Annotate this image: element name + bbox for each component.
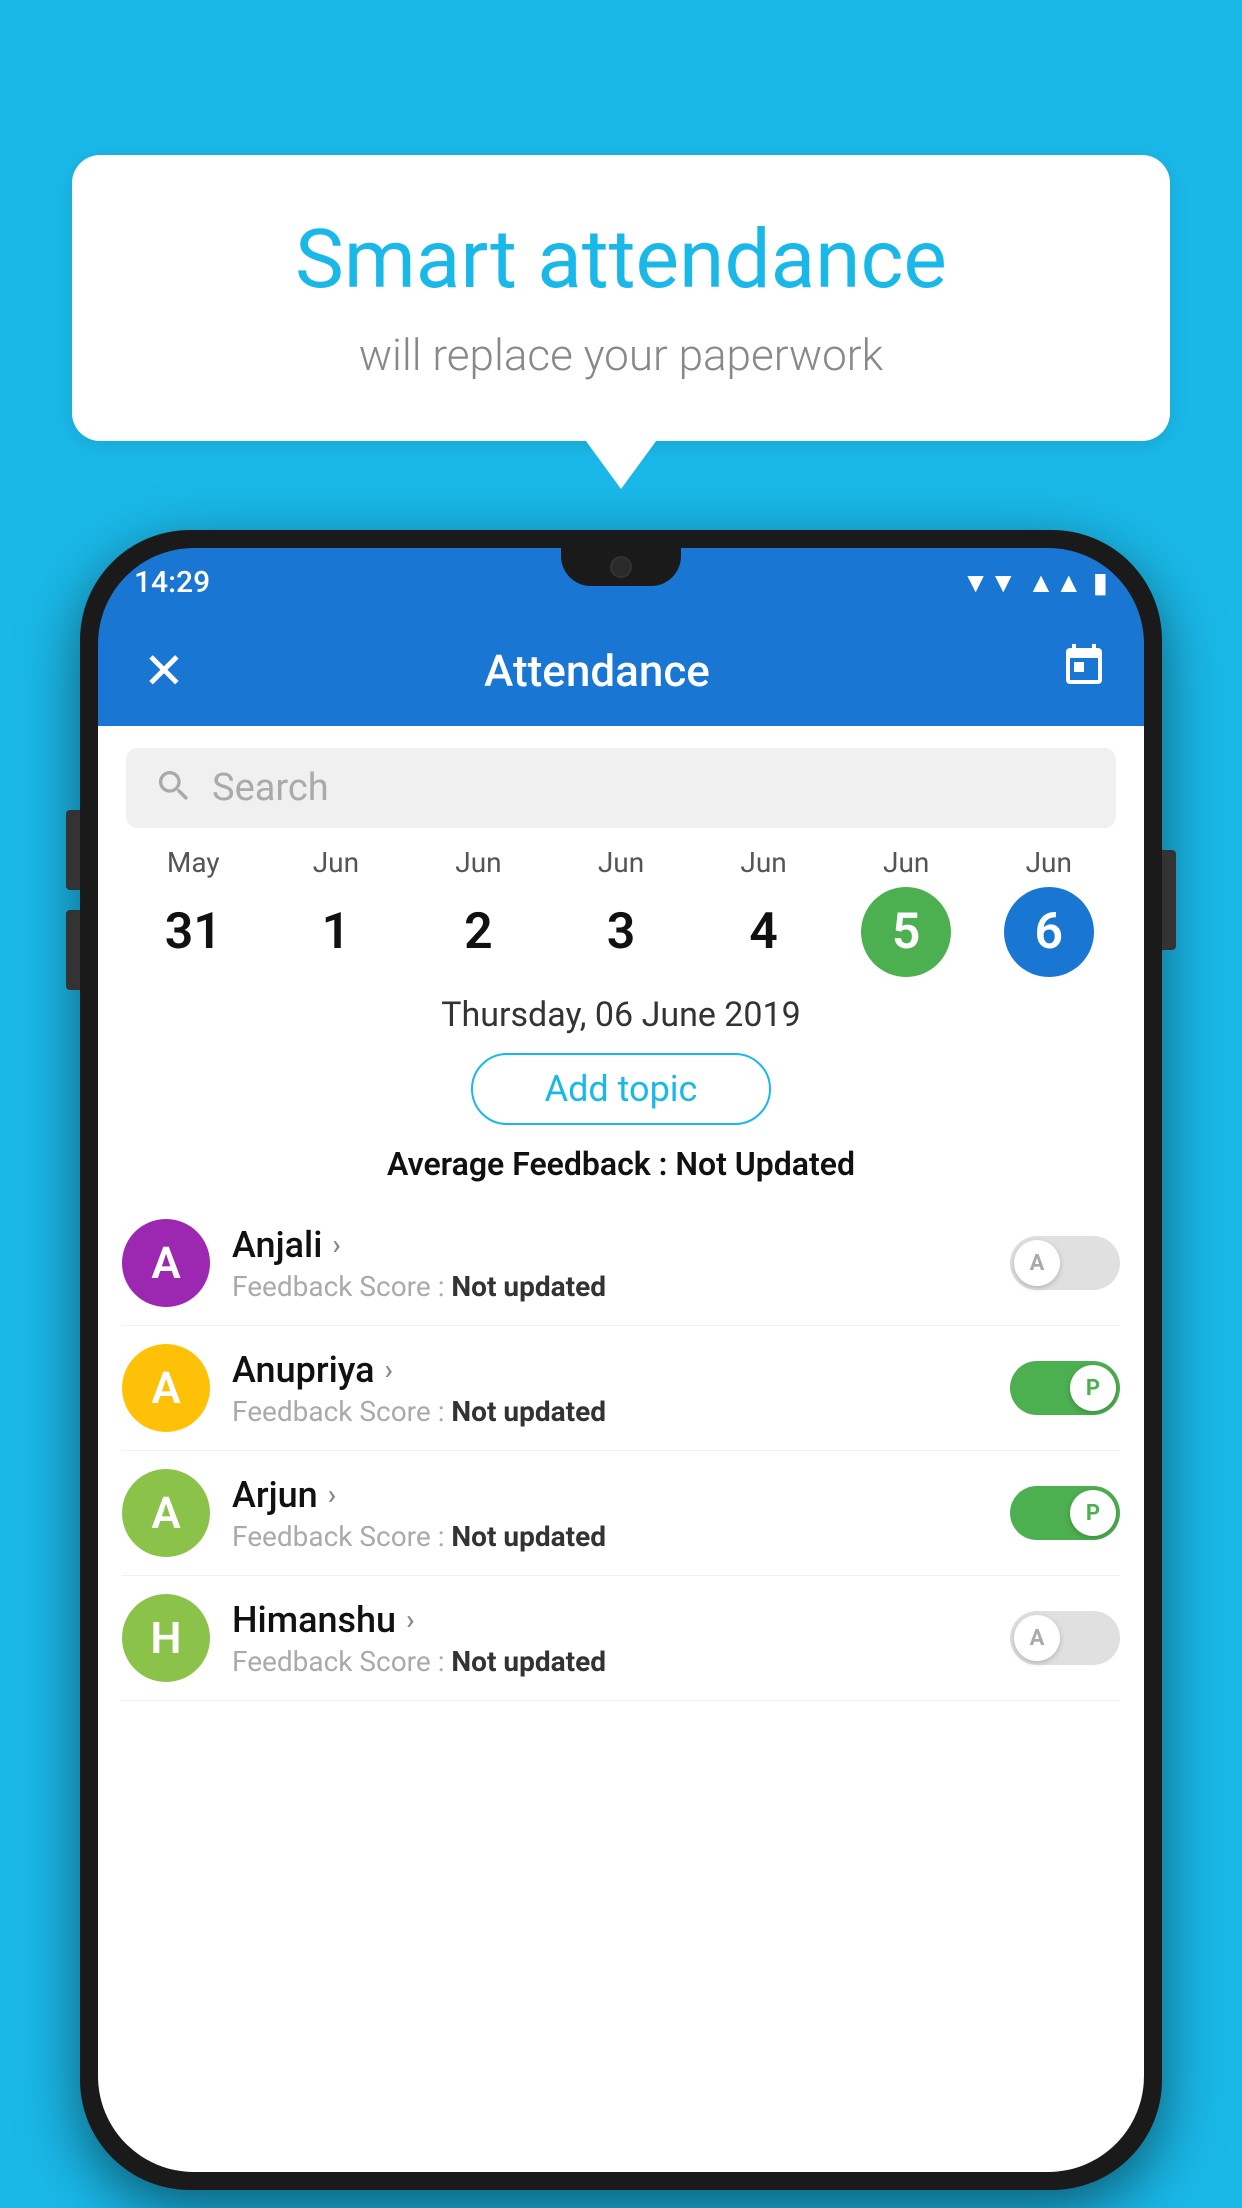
cal-date-label: 31: [148, 887, 238, 977]
cal-month-label: Jun: [598, 846, 644, 879]
cal-date-label: 3: [576, 887, 666, 977]
calendar-day[interactable]: Jun 3: [550, 846, 693, 977]
wifi-icon: ▼▼: [962, 566, 1017, 599]
cal-month-label: Jun: [883, 846, 929, 879]
avg-feedback-value: Not Updated: [675, 1145, 855, 1183]
attendance-toggle[interactable]: P: [1010, 1361, 1120, 1415]
calendar-day[interactable]: Jun 6: [977, 846, 1120, 977]
bubble-subtitle: will replace your paperwork: [142, 329, 1100, 381]
student-name: Arjun ›: [232, 1474, 988, 1516]
student-name: Himanshu ›: [232, 1599, 988, 1641]
cal-month-label: Jun: [1026, 846, 1072, 879]
calendar-day[interactable]: Jun 2: [407, 846, 550, 977]
cal-month-label: Jun: [455, 846, 501, 879]
feedback-score: Feedback Score : Not updated: [232, 1520, 988, 1553]
toggle-thumb: P: [1070, 1490, 1116, 1536]
signal-icon: ▲▲: [1027, 566, 1082, 599]
cal-month-label: May: [167, 846, 220, 879]
student-avatar: A: [122, 1469, 210, 1557]
calendar-day[interactable]: Jun 1: [265, 846, 408, 977]
cal-date-label: 6: [1004, 887, 1094, 977]
toggle-thumb: P: [1070, 1365, 1116, 1411]
bubble-title: Smart attendance: [142, 215, 1100, 305]
student-list: AAnjali ›Feedback Score : Not updatedAAA…: [98, 1201, 1144, 1701]
feedback-score: Feedback Score : Not updated: [232, 1645, 988, 1678]
battery-icon: ▮: [1093, 566, 1108, 599]
student-name-text: Anjali: [232, 1224, 322, 1266]
average-feedback: Average Feedback : Not Updated: [98, 1145, 1144, 1183]
student-info: Arjun › Feedback Score : Not updated: [232, 1474, 988, 1553]
chevron-icon: ›: [328, 1478, 336, 1511]
calendar-day[interactable]: Jun 4: [692, 846, 835, 977]
attendance-toggle[interactable]: A: [1010, 1611, 1120, 1665]
speech-bubble: Smart attendance will replace your paper…: [72, 155, 1170, 441]
student-avatar: A: [122, 1219, 210, 1307]
student-info: Anjali › Feedback Score : Not updated: [232, 1224, 988, 1303]
toggle-track: P: [1010, 1486, 1120, 1540]
toggle-track: P: [1010, 1361, 1120, 1415]
student-name-text: Himanshu: [232, 1599, 396, 1641]
search-icon: [154, 766, 194, 810]
student-item[interactable]: A Anupriya › Feedback Score : Not updated P: [122, 1326, 1120, 1451]
notch: [561, 548, 681, 586]
chevron-icon: ›: [332, 1228, 340, 1261]
feedback-score: Feedback Score : Not updated: [232, 1270, 988, 1303]
cal-month-label: Jun: [313, 846, 359, 879]
phone-inner: 14:29 ▼▼ ▲▲ ▮ ✕ Attendance: [98, 548, 1144, 2172]
app-bar-title: Attendance: [134, 645, 1060, 697]
student-name-text: Arjun: [232, 1474, 318, 1516]
student-item[interactable]: H Himanshu › Feedback Score : Not updated A: [122, 1576, 1120, 1701]
status-time: 14:29: [134, 565, 210, 600]
search-placeholder: Search: [212, 766, 329, 810]
cal-date-label: 5: [861, 887, 951, 977]
feedback-score: Feedback Score : Not updated: [232, 1395, 988, 1428]
student-info: Himanshu › Feedback Score : Not updated: [232, 1599, 988, 1678]
student-item[interactable]: A Anjali › Feedback Score : Not updated A: [122, 1201, 1120, 1326]
toggle-thumb: A: [1014, 1240, 1060, 1286]
cal-date-label: 1: [291, 887, 381, 977]
cal-date-label: 2: [433, 887, 523, 977]
toggle-track: A: [1010, 1236, 1120, 1290]
calendar-strip: May 31 Jun 1 Jun 2 Jun 3 Jun 4 Jun 5 Jun 6: [98, 846, 1144, 977]
status-icons: ▼▼ ▲▲ ▮: [962, 566, 1108, 599]
student-avatar: H: [122, 1594, 210, 1682]
calendar-icon[interactable]: [1060, 642, 1108, 701]
toggle-track: A: [1010, 1611, 1120, 1665]
volume-up-button: [66, 810, 80, 890]
volume-down-button: [66, 910, 80, 990]
avg-feedback-label: Average Feedback :: [387, 1145, 675, 1183]
student-name: Anupriya ›: [232, 1349, 988, 1391]
add-topic-button[interactable]: Add topic: [471, 1053, 771, 1125]
toggle-thumb: A: [1014, 1615, 1060, 1661]
student-info: Anupriya › Feedback Score : Not updated: [232, 1349, 988, 1428]
student-avatar: A: [122, 1344, 210, 1432]
calendar-day[interactable]: Jun 5: [835, 846, 978, 977]
cal-date-label: 4: [719, 887, 809, 977]
search-bar[interactable]: Search: [126, 748, 1116, 828]
camera: [610, 556, 632, 578]
phone-frame: 14:29 ▼▼ ▲▲ ▮ ✕ Attendance: [80, 530, 1162, 2190]
calendar-day[interactable]: May 31: [122, 846, 265, 977]
chevron-icon: ›: [385, 1353, 393, 1386]
student-name: Anjali ›: [232, 1224, 988, 1266]
student-item[interactable]: A Arjun › Feedback Score : Not updated P: [122, 1451, 1120, 1576]
cal-month-label: Jun: [740, 846, 786, 879]
date-display: Thursday, 06 June 2019: [98, 995, 1144, 1035]
app-bar: ✕ Attendance: [98, 616, 1144, 726]
student-name-text: Anupriya: [232, 1349, 375, 1391]
attendance-toggle[interactable]: A: [1010, 1236, 1120, 1290]
power-button: [1162, 850, 1176, 950]
chevron-icon: ›: [406, 1603, 414, 1636]
attendance-toggle[interactable]: P: [1010, 1486, 1120, 1540]
speech-bubble-container: Smart attendance will replace your paper…: [72, 155, 1170, 441]
screen-content: Search May 31 Jun 1 Jun 2 Jun 3 Jun 4 Jun 5 Jun 6 Thu…: [98, 726, 1144, 2172]
